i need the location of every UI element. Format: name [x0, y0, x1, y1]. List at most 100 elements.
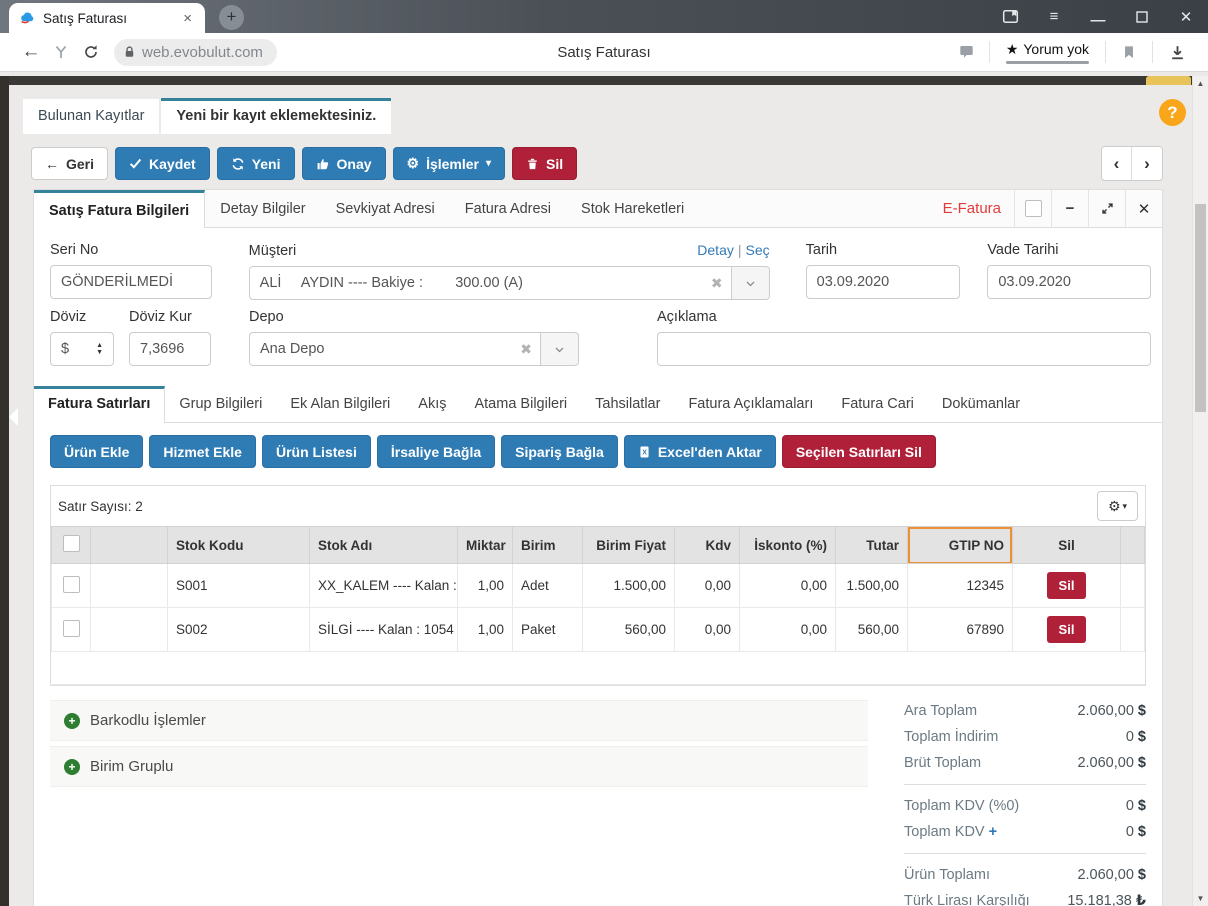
grid-settings-button[interactable]: ⚙▾ — [1097, 491, 1138, 521]
panel-expand-icon[interactable] — [1088, 190, 1125, 227]
back-button[interactable]: ← Geri — [31, 147, 108, 180]
tab-stok-hareketleri[interactable]: Stok Hareketleri — [566, 190, 699, 227]
tab-fatura-adresi[interactable]: Fatura Adresi — [450, 190, 566, 227]
depo-dropdown-button[interactable] — [541, 332, 579, 366]
sec-link[interactable]: Seç — [746, 242, 770, 258]
approve-button[interactable]: Onay — [302, 147, 386, 180]
urun-listesi-button[interactable]: Ürün Listesi — [262, 435, 371, 468]
panel-collapse-icon[interactable]: − — [1051, 190, 1088, 227]
cell-miktar[interactable]: 1,00 — [458, 564, 513, 608]
tab-fatura-aciklamalari[interactable]: Fatura Açıklamaları — [674, 386, 827, 422]
address-bar[interactable]: web.evobulut.com — [114, 39, 277, 66]
cell-kdv[interactable]: 0,00 — [675, 608, 740, 652]
doviz-select[interactable]: $ ▲▼ — [50, 332, 114, 366]
tab-fatura-satirlari[interactable]: Fatura Satırları — [34, 386, 165, 423]
cell-birim[interactable]: Adet — [513, 564, 583, 608]
cell-birim-fiyat[interactable]: 560,00 — [583, 608, 675, 652]
prev-record-button[interactable]: ‹ — [1102, 147, 1132, 180]
vade-tarihi-input[interactable]: 03.09.2020 — [987, 265, 1151, 299]
tab-akis[interactable]: Akış — [404, 386, 460, 422]
collapsed-sidebar[interactable] — [0, 76, 9, 906]
tab-found-records[interactable]: Bulunan Kayıtlar — [23, 99, 159, 134]
download-icon[interactable] — [1163, 44, 1192, 61]
tab-fatura-cari[interactable]: Fatura Cari — [827, 386, 928, 422]
col-gtip-no[interactable]: GTIP NO — [908, 527, 1013, 564]
tab-detay-bilgiler[interactable]: Detay Bilgiler — [205, 190, 320, 227]
tab-grup-bilgileri[interactable]: Grup Bilgileri — [165, 386, 276, 422]
siparis-bagla-button[interactable]: Sipariş Bağla — [501, 435, 618, 468]
next-record-button[interactable]: › — [1132, 147, 1162, 180]
cell-miktar[interactable]: 1,00 — [458, 608, 513, 652]
hizmet-ekle-button[interactable]: Hizmet Ekle — [149, 435, 256, 468]
comment-status-button[interactable]: ★Yorum yok — [1000, 41, 1095, 64]
add-kdv-icon[interactable]: + — [989, 824, 997, 840]
depo-clear-icon[interactable]: ✖ — [520, 341, 532, 358]
musteri-dropdown-button[interactable] — [732, 266, 770, 300]
help-button[interactable]: ? — [1159, 99, 1186, 126]
cell-stok-kodu[interactable]: S002 — [168, 608, 310, 652]
tab-panel-icon[interactable] — [988, 0, 1032, 33]
cell-tutar[interactable]: 560,00 — [836, 608, 908, 652]
back-nav-icon[interactable]: ← — [16, 37, 46, 67]
new-tab-button[interactable]: + — [219, 5, 244, 30]
menu-icon[interactable]: ≡ — [1032, 0, 1076, 33]
urun-ekle-button[interactable]: Ürün Ekle — [50, 435, 143, 468]
cell-gtip[interactable]: 67890 — [908, 608, 1013, 652]
maximize-window-icon[interactable] — [1120, 0, 1164, 33]
cell-gtip[interactable]: 12345 — [908, 564, 1013, 608]
scroll-up-icon[interactable]: ▲ — [1193, 79, 1208, 88]
col-kdv[interactable]: Kdv — [675, 527, 740, 564]
tab-atama-bilgileri[interactable]: Atama Bilgileri — [460, 386, 581, 422]
col-iskonto[interactable]: İskonto (%) — [740, 527, 836, 564]
doviz-kur-input[interactable]: 7,3696 — [129, 332, 211, 366]
efatura-checkbox-cell[interactable] — [1014, 190, 1051, 227]
cell-iskonto[interactable]: 0,00 — [740, 608, 836, 652]
tab-dokumanlar[interactable]: Dokümanlar — [928, 386, 1034, 422]
minimize-window-icon[interactable]: — — [1076, 0, 1120, 33]
musteri-input[interactable]: ALİ AYDIN ---- Bakiye : 300.00 (A) ✖ — [249, 266, 732, 300]
cell-tutar[interactable]: 1.500,00 — [836, 564, 908, 608]
row-delete-button[interactable]: Sil — [1047, 616, 1087, 643]
col-stok-kodu[interactable]: Stok Kodu — [168, 527, 310, 564]
new-button[interactable]: Yeni — [217, 147, 295, 180]
reload-icon[interactable] — [76, 37, 106, 67]
operations-button[interactable]: ⚙ İşlemler ▾ — [393, 147, 506, 180]
comments-icon[interactable] — [954, 44, 979, 60]
tab-close-icon[interactable]: × — [180, 10, 195, 27]
cell-iskonto[interactable]: 0,00 — [740, 564, 836, 608]
row-checkbox[interactable] — [63, 620, 80, 637]
tarih-input[interactable]: 03.09.2020 — [806, 265, 961, 299]
row-delete-button[interactable]: Sil — [1047, 572, 1087, 599]
cell-stok-adi[interactable]: SİLGİ ---- Kalan : 1054 — [310, 608, 458, 652]
birim-gruplu-toggle[interactable]: + Birim Gruplu — [50, 746, 868, 787]
aciklama-input[interactable] — [657, 332, 1151, 366]
col-stok-adi[interactable]: Stok Adı — [310, 527, 458, 564]
excel-aktar-button[interactable]: X Excel'den Aktar — [624, 435, 776, 468]
tab-new-record[interactable]: Yeni bir kayıt eklemektesiniz. — [161, 98, 391, 134]
tab-ek-alan-bilgileri[interactable]: Ek Alan Bilgileri — [276, 386, 404, 422]
seri-no-input[interactable]: GÖNDERİLMEDİ — [50, 265, 212, 299]
cell-stok-adi[interactable]: XX_KALEM ---- Kalan : -49 — [310, 564, 458, 608]
col-birim-fiyat[interactable]: Birim Fiyat — [583, 527, 675, 564]
row-checkbox[interactable] — [63, 576, 80, 593]
depo-input[interactable]: Ana Depo ✖ — [249, 332, 541, 366]
secilen-satirlari-sil-button[interactable]: Seçilen Satırları Sil — [782, 435, 936, 468]
tab-sevkiyat-adresi[interactable]: Sevkiyat Adresi — [321, 190, 450, 227]
irsaliye-bagla-button[interactable]: İrsaliye Bağla — [377, 435, 495, 468]
select-all-checkbox[interactable] — [63, 535, 80, 552]
page-scrollbar[interactable]: ▲ ▼ — [1192, 76, 1208, 906]
musteri-clear-icon[interactable]: ✖ — [711, 275, 723, 292]
cell-birim-fiyat[interactable]: 1.500,00 — [583, 564, 675, 608]
spinner-arrows-icon[interactable]: ▲▼ — [96, 342, 103, 356]
col-tutar[interactable]: Tutar — [836, 527, 908, 564]
cell-stok-kodu[interactable]: S001 — [168, 564, 310, 608]
detay-link[interactable]: Detay — [697, 242, 734, 258]
save-button[interactable]: Kaydet — [115, 147, 210, 180]
scroll-down-icon[interactable]: ▼ — [1193, 894, 1208, 903]
tab-tahsilatlar[interactable]: Tahsilatlar — [581, 386, 674, 422]
forward-nav-icon[interactable] — [46, 37, 76, 67]
bookmark-icon[interactable] — [1116, 44, 1142, 60]
close-window-icon[interactable]: ✕ — [1164, 0, 1208, 33]
col-miktar[interactable]: Miktar — [458, 527, 513, 564]
cell-kdv[interactable]: 0,00 — [675, 564, 740, 608]
